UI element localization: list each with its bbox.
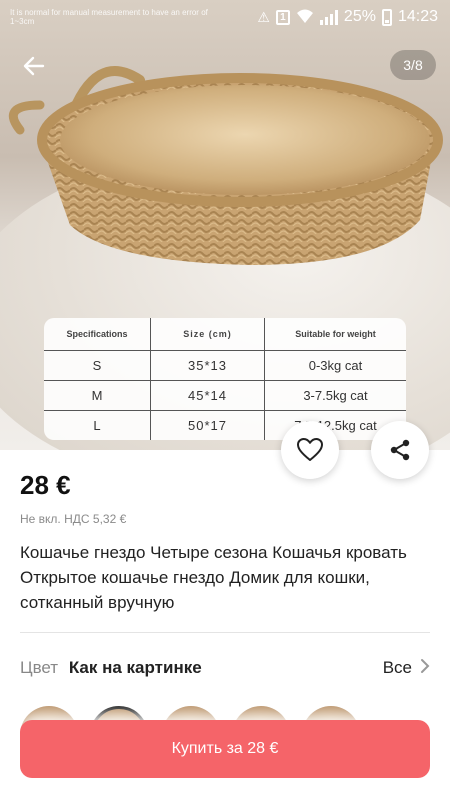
arrow-left-icon [23,56,45,76]
color-value: Как на картинке [68,658,202,677]
battery-percent: 25% [343,8,376,25]
all-variants-link[interactable]: Все [383,658,430,679]
product-title: Кошачье гнездо Четыре сезона Кошачья кро… [20,543,407,612]
vat-note: Не вкл. НДС 5,32 € [20,512,127,526]
color-selector-text: Цвет Как на картинке [20,658,202,678]
spec-row: S 35*13 0-3kg cat [44,350,406,380]
spec-cell: 0-3kg cat [308,358,363,373]
spec-cell: L [44,411,151,440]
share-icon [390,439,410,461]
signal-icon [319,9,338,25]
spec-cell: 50*17 [151,411,265,440]
all-variants-label: Все [382,658,412,677]
color-selector-row[interactable]: Цвет Как на картинке Все [20,656,430,680]
spec-cell: 35*13 [151,351,265,380]
buy-button[interactable]: Купить за 28 € [20,720,430,778]
spec-header-cell: Size (cm) [151,318,265,350]
share-button[interactable] [371,421,429,479]
wifi-icon [296,8,314,27]
color-label: Цвет [20,658,59,677]
spec-header-cell: Suitable for weight [295,329,376,339]
spec-row: L 50*17 7.5-12.5kg cat [44,410,406,440]
sim-icon: 1 [275,9,290,25]
spec-cell: 3-7.5kg cat [303,388,368,403]
favorite-button[interactable] [281,421,339,479]
back-button[interactable] [16,48,52,84]
spec-cell: M [44,381,151,410]
spec-header-cell: Specifications [44,318,151,350]
spec-cell: 45*14 [151,381,265,410]
woven-basket-image [8,66,443,265]
product-image-gallery[interactable]: It is normal for manual measurement to h… [0,0,450,450]
notification-icon: ⚠ [257,8,270,25]
price: 28 € [20,470,71,500]
status-bar: ⚠ 1 25% 14:23 [0,0,450,34]
heart-icon [297,438,323,461]
divider [20,632,430,633]
spec-table-header: Specifications Size (cm) Suitable for we… [44,318,406,350]
clock: 14:23 [397,8,438,25]
image-counter: 3/8 [390,50,436,80]
chevron-right-icon [420,658,430,679]
spec-cell: S [44,351,151,380]
spec-table: Specifications Size (cm) Suitable for we… [44,318,406,440]
spec-row: M 45*14 3-7.5kg cat [44,380,406,410]
battery-icon [381,8,392,26]
